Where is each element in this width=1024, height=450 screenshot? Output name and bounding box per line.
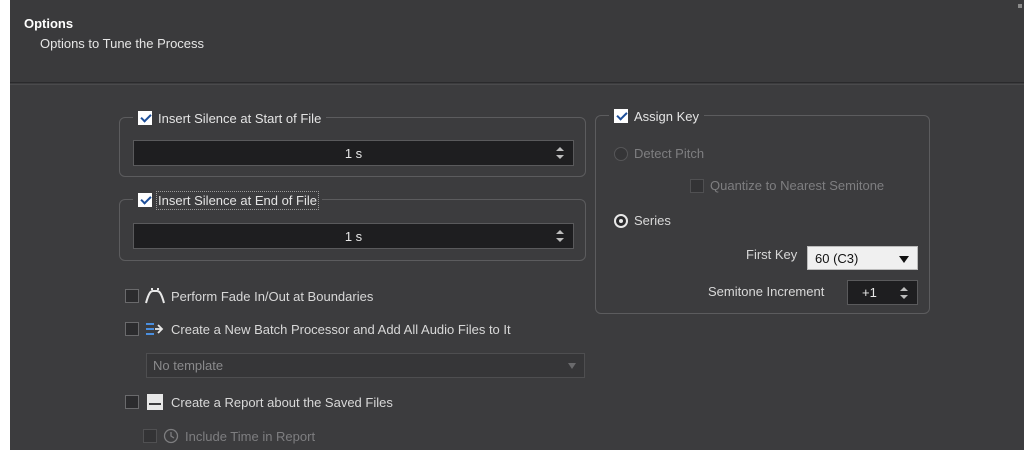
header-divider	[10, 84, 1024, 85]
quantize-row[interactable]: Quantize to Nearest Semitone	[690, 178, 884, 193]
assign-key-checkbox[interactable]	[614, 109, 628, 123]
report-time-row[interactable]: Include Time in Report	[143, 428, 315, 444]
options-panel: Options Options to Tune the Process Inse…	[10, 0, 1024, 450]
series-label: Series	[634, 213, 671, 228]
silence-end-value: 1 s	[344, 228, 363, 244]
silence-start-label: Insert Silence at Start of File	[158, 110, 322, 126]
silence-end-legend[interactable]: Insert Silence at End of File	[133, 190, 322, 210]
spin-arrows-icon[interactable]	[556, 229, 564, 243]
assign-key-group: Assign Key Detect Pitch Quantize to Near…	[595, 106, 930, 314]
report-time-label: Include Time in Report	[185, 428, 316, 444]
spin-arrows-icon[interactable]	[556, 146, 564, 160]
quantize-checkbox[interactable]	[690, 178, 704, 193]
chevron-down-icon	[568, 363, 576, 369]
clock-icon	[163, 428, 179, 444]
fade-row[interactable]: Perform Fade In/Out at Boundaries	[125, 288, 373, 304]
semitone-row: Semitone Increment	[708, 284, 824, 299]
silence-end-checkbox[interactable]	[138, 193, 152, 207]
series-row[interactable]: Series	[614, 213, 671, 228]
template-dropdown[interactable]: No template	[146, 353, 585, 378]
options-header: Options Options to Tune the Process	[10, 0, 1024, 83]
fade-label: Perform Fade In/Out at Boundaries	[171, 288, 374, 304]
silence-start-value: 1 s	[344, 145, 363, 161]
detect-pitch-label: Detect Pitch	[634, 146, 705, 161]
quantize-label: Quantize to Nearest Semitone	[710, 178, 885, 193]
fade-checkbox[interactable]	[125, 289, 139, 303]
first-key-dropdown[interactable]: 60 (C3)	[807, 246, 918, 270]
template-value: No template	[153, 358, 224, 373]
batch-processor-icon	[145, 321, 165, 337]
corner-marker	[1018, 4, 1022, 8]
assign-key-legend[interactable]: Assign Key	[609, 106, 705, 126]
silence-start-group: Insert Silence at Start of File 1 s	[119, 108, 586, 177]
chevron-down-icon	[899, 256, 909, 263]
report-checkbox[interactable]	[125, 395, 139, 409]
fade-icon	[145, 288, 165, 304]
report-row[interactable]: Create a Report about the Saved Files	[125, 394, 393, 410]
page-subtitle: Options to Tune the Process	[40, 36, 205, 51]
semitone-value: +1	[862, 285, 877, 300]
semitone-label: Semitone Increment	[708, 284, 825, 299]
first-key-label: First Key	[746, 247, 798, 262]
silence-end-spinbox[interactable]: 1 s	[133, 223, 574, 249]
report-label: Create a Report about the Saved Files	[171, 394, 393, 410]
assign-key-label: Assign Key	[634, 108, 700, 124]
semitone-spinbox[interactable]: +1	[847, 280, 918, 305]
report-icon	[145, 394, 165, 410]
batch-label: Create a New Batch Processor and Add All…	[171, 321, 511, 337]
spin-arrows-icon[interactable]	[900, 286, 908, 300]
batch-row[interactable]: Create a New Batch Processor and Add All…	[125, 321, 511, 337]
silence-end-group: Insert Silence at End of File 1 s	[119, 190, 586, 261]
detect-pitch-row[interactable]: Detect Pitch	[614, 146, 704, 161]
silence-start-spinbox[interactable]: 1 s	[133, 140, 574, 166]
detect-pitch-radio[interactable]	[614, 146, 628, 161]
report-time-checkbox[interactable]	[143, 429, 157, 443]
series-radio[interactable]	[614, 213, 628, 228]
first-key-value: 60 (C3)	[815, 250, 859, 266]
page-title: Options	[24, 16, 74, 31]
silence-start-legend[interactable]: Insert Silence at Start of File	[133, 108, 327, 128]
batch-checkbox[interactable]	[125, 322, 139, 336]
silence-end-label: Insert Silence at End of File	[156, 190, 319, 210]
first-key-row: First Key	[746, 247, 797, 262]
silence-start-checkbox[interactable]	[138, 111, 152, 125]
